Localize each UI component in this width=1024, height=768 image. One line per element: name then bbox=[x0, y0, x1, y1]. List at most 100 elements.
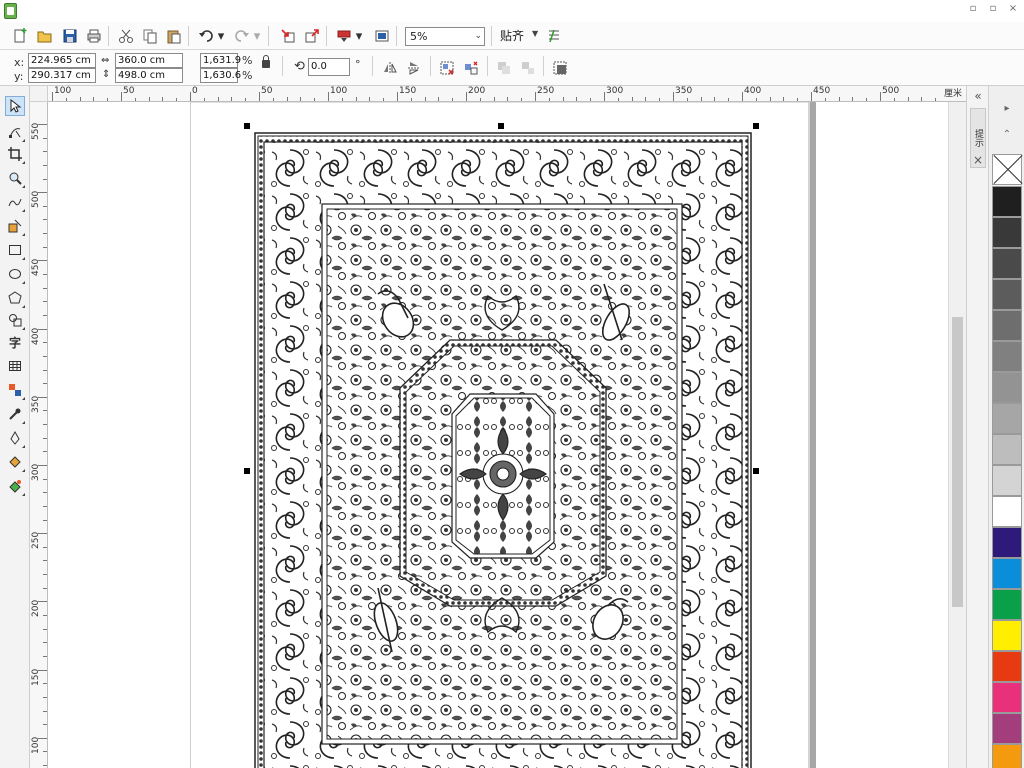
color-swatch[interactable] bbox=[992, 217, 1022, 248]
scale-y-field[interactable]: 1,630.6 bbox=[200, 68, 241, 83]
toolbar-separator bbox=[487, 56, 488, 76]
color-swatch[interactable] bbox=[992, 496, 1022, 527]
crop-tool-icon[interactable] bbox=[5, 144, 25, 164]
ruler-label: 450 bbox=[31, 259, 41, 277]
alignment-guides-icon[interactable] bbox=[544, 26, 564, 46]
shape-tool-icon[interactable] bbox=[5, 122, 25, 142]
width-field[interactable]: 360.0 cm bbox=[115, 53, 183, 68]
import-icon[interactable] bbox=[278, 26, 298, 46]
mirror-horizontal-icon[interactable] bbox=[380, 58, 400, 78]
copy-icon[interactable] bbox=[140, 26, 160, 46]
palette-scroll-up-icon[interactable]: ⌃ bbox=[998, 126, 1016, 142]
paste-icon[interactable] bbox=[164, 26, 184, 46]
vertical-scrollbar[interactable] bbox=[948, 102, 966, 768]
toolbar-separator bbox=[372, 56, 373, 76]
color-swatch[interactable] bbox=[992, 558, 1022, 589]
rotation-angle-field[interactable]: 0.0 bbox=[308, 58, 350, 76]
color-swatch[interactable] bbox=[992, 682, 1022, 713]
cut-icon[interactable] bbox=[116, 26, 136, 46]
redo-icon[interactable] bbox=[232, 26, 252, 46]
ruler-minor-tick bbox=[231, 97, 233, 101]
color-swatch[interactable] bbox=[992, 248, 1022, 279]
text-tool-icon[interactable]: 字 bbox=[5, 332, 25, 352]
publish-dropdown-icon[interactable]: ▾ bbox=[353, 26, 365, 46]
break-apart-icon[interactable] bbox=[518, 58, 538, 78]
snap-to-menu[interactable]: 贴齐 bbox=[500, 28, 524, 44]
zoom-level-select[interactable]: 5% ⌄ bbox=[405, 27, 485, 46]
snap-dropdown-icon[interactable]: ▼ bbox=[532, 29, 538, 38]
polygon-tool-icon[interactable] bbox=[5, 288, 25, 308]
full-screen-preview-icon[interactable] bbox=[372, 26, 392, 46]
ellipse-tool-icon[interactable] bbox=[5, 264, 25, 284]
selection-handle[interactable] bbox=[244, 468, 250, 474]
smart-fill-tool-icon[interactable] bbox=[5, 216, 25, 236]
color-swatch[interactable] bbox=[992, 713, 1022, 744]
outline-tool-icon[interactable] bbox=[5, 428, 25, 448]
close-docker-icon[interactable]: × bbox=[970, 152, 986, 168]
color-swatch[interactable] bbox=[992, 465, 1022, 496]
scale-x-field[interactable]: 1,631.9 bbox=[200, 53, 241, 68]
fill-tool-icon[interactable] bbox=[5, 452, 25, 472]
selection-handle[interactable] bbox=[244, 123, 250, 129]
horizontal-ruler[interactable]: 100 50 0 50 100 150 200 250 300 350 400 450 500 bbox=[48, 86, 966, 102]
color-swatch[interactable] bbox=[992, 310, 1022, 341]
color-swatch[interactable] bbox=[992, 186, 1022, 217]
color-swatch[interactable] bbox=[992, 341, 1022, 372]
drawing-canvas[interactable] bbox=[48, 102, 948, 768]
color-swatch[interactable] bbox=[992, 589, 1022, 620]
minimize-button[interactable]: ▫ bbox=[968, 3, 978, 15]
ruler-major-tick bbox=[328, 92, 329, 101]
mirror-vertical-icon[interactable] bbox=[404, 58, 424, 78]
color-swatch[interactable] bbox=[992, 372, 1022, 403]
collapse-docker-icon[interactable]: « bbox=[970, 88, 986, 104]
height-field[interactable]: 498.0 cm bbox=[115, 68, 183, 83]
x-position-field[interactable]: 224.965 cm bbox=[28, 53, 96, 68]
redo-dropdown-icon[interactable]: ▾ bbox=[251, 26, 263, 46]
color-swatch[interactable] bbox=[992, 403, 1022, 434]
color-swatch[interactable] bbox=[992, 651, 1022, 682]
color-swatch[interactable] bbox=[992, 279, 1022, 310]
align-distribute-icon[interactable] bbox=[550, 58, 570, 78]
restore-button[interactable]: ▫ bbox=[988, 3, 998, 15]
group-icon[interactable] bbox=[437, 58, 457, 78]
scrollbar-thumb[interactable] bbox=[952, 317, 963, 607]
undo-icon[interactable] bbox=[196, 26, 216, 46]
selection-handle[interactable] bbox=[753, 468, 759, 474]
color-swatch[interactable] bbox=[992, 527, 1022, 558]
window-controls: ▫ ▫ × bbox=[968, 3, 1018, 15]
ruler-major-tick bbox=[52, 92, 53, 101]
blend-tool-icon[interactable] bbox=[5, 380, 25, 400]
interactive-fill-tool-icon[interactable] bbox=[5, 476, 25, 496]
publish-pdf-icon[interactable] bbox=[334, 26, 354, 46]
ruler-major-tick bbox=[880, 92, 881, 101]
close-button[interactable]: × bbox=[1008, 3, 1018, 15]
lock-ratio-icon[interactable] bbox=[262, 55, 270, 68]
y-position-field[interactable]: 290.317 cm bbox=[28, 68, 96, 83]
chevron-down-icon: ⌄ bbox=[474, 31, 482, 41]
selection-handle[interactable] bbox=[753, 123, 759, 129]
color-swatch[interactable] bbox=[992, 434, 1022, 465]
new-document-icon[interactable] bbox=[10, 26, 30, 46]
print-icon[interactable] bbox=[84, 26, 104, 46]
freehand-tool-icon[interactable] bbox=[5, 192, 25, 212]
undo-dropdown-icon[interactable]: ▾ bbox=[215, 26, 227, 46]
open-icon[interactable] bbox=[35, 26, 55, 46]
carpet-artwork[interactable] bbox=[48, 102, 948, 768]
combine-icon[interactable] bbox=[494, 58, 514, 78]
zoom-tool-icon[interactable] bbox=[5, 168, 25, 188]
color-swatch[interactable] bbox=[992, 620, 1022, 651]
selection-handle[interactable] bbox=[498, 123, 504, 129]
pick-tool-icon[interactable] bbox=[5, 96, 25, 116]
eyedropper-tool-icon[interactable] bbox=[5, 404, 25, 424]
save-icon[interactable] bbox=[60, 26, 80, 46]
table-tool-icon[interactable] bbox=[5, 356, 25, 376]
rectangle-tool-icon[interactable] bbox=[5, 240, 25, 260]
vertical-ruler[interactable]: 550 500 450 400 350 300 250 200 150 100 bbox=[30, 102, 48, 768]
ungroup-icon[interactable] bbox=[461, 58, 481, 78]
export-icon[interactable] bbox=[302, 26, 322, 46]
palette-menu-icon[interactable]: ▸ bbox=[998, 100, 1016, 116]
no-color-swatch[interactable] bbox=[992, 154, 1022, 185]
ruler-origin[interactable] bbox=[30, 86, 48, 102]
basic-shapes-tool-icon[interactable] bbox=[5, 310, 25, 330]
color-swatch[interactable] bbox=[992, 744, 1022, 768]
